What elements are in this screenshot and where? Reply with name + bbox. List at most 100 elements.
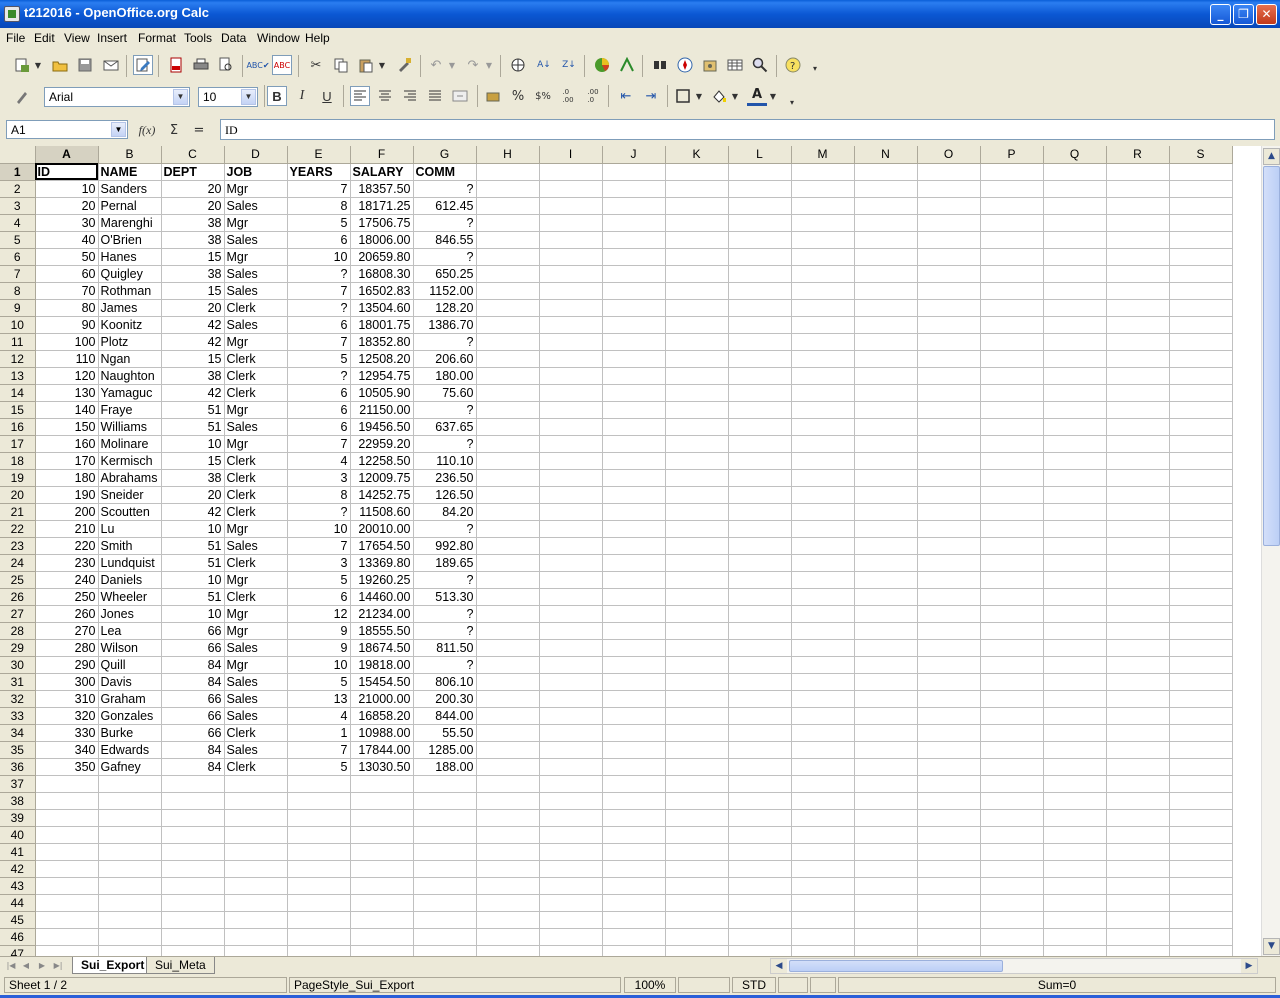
cell[interactable]: [1043, 384, 1107, 402]
cell[interactable]: 84.20: [413, 503, 477, 521]
cell[interactable]: [1106, 486, 1170, 504]
cell[interactable]: [854, 248, 918, 266]
cell[interactable]: [35, 860, 99, 878]
cell[interactable]: [1169, 605, 1233, 623]
cell[interactable]: [287, 860, 351, 878]
cell[interactable]: [413, 911, 477, 929]
cell[interactable]: 51: [161, 537, 225, 555]
cell[interactable]: [602, 826, 666, 844]
cell[interactable]: [791, 877, 855, 895]
cell[interactable]: 230: [35, 554, 99, 572]
cell[interactable]: Marenghi: [98, 214, 162, 232]
cell[interactable]: [854, 843, 918, 861]
cell[interactable]: [476, 384, 540, 402]
cell[interactable]: ?: [413, 435, 477, 453]
cell[interactable]: [539, 588, 603, 606]
cell[interactable]: [539, 894, 603, 912]
cell[interactable]: Wilson: [98, 639, 162, 657]
cell[interactable]: [791, 350, 855, 368]
cell[interactable]: [1043, 843, 1107, 861]
cell[interactable]: 20: [161, 180, 225, 198]
hyperlink-icon[interactable]: [508, 55, 528, 75]
cell[interactable]: [791, 911, 855, 929]
cell[interactable]: [791, 537, 855, 555]
cell[interactable]: [1169, 299, 1233, 317]
cell[interactable]: [476, 707, 540, 725]
row-header[interactable]: 34: [0, 724, 36, 742]
cell[interactable]: 3: [287, 469, 351, 487]
cell[interactable]: [1106, 673, 1170, 691]
cell[interactable]: [476, 775, 540, 793]
cell[interactable]: [1106, 741, 1170, 759]
cell[interactable]: [980, 809, 1044, 827]
cell[interactable]: Williams: [98, 418, 162, 436]
row-header[interactable]: 9: [0, 299, 36, 317]
cell[interactable]: [539, 673, 603, 691]
cell[interactable]: [539, 707, 603, 725]
column-header[interactable]: M: [791, 146, 855, 164]
sum-icon[interactable]: Σ: [164, 120, 184, 140]
cell[interactable]: Jones: [98, 605, 162, 623]
row-header[interactable]: 12: [0, 350, 36, 368]
cell[interactable]: 189.65: [413, 554, 477, 572]
cell[interactable]: [854, 180, 918, 198]
cell[interactable]: 240: [35, 571, 99, 589]
cell[interactable]: 280: [35, 639, 99, 657]
cell[interactable]: [1043, 469, 1107, 487]
cell[interactable]: 7: [287, 282, 351, 300]
underline-icon[interactable]: U: [317, 86, 337, 106]
cell[interactable]: [854, 401, 918, 419]
row-header[interactable]: 46: [0, 928, 36, 946]
cell[interactable]: [539, 622, 603, 640]
cell[interactable]: [1106, 350, 1170, 368]
cell[interactable]: [980, 690, 1044, 708]
cell[interactable]: [1043, 826, 1107, 844]
toolbar-options-icon[interactable]: ▾: [810, 58, 820, 78]
cell[interactable]: [602, 299, 666, 317]
cell[interactable]: Graham: [98, 690, 162, 708]
cell[interactable]: [476, 809, 540, 827]
cell[interactable]: 18006.00: [350, 231, 414, 249]
percent-format-icon[interactable]: %: [508, 86, 528, 106]
cell[interactable]: 846.55: [413, 231, 477, 249]
cell[interactable]: [854, 367, 918, 385]
cell[interactable]: [917, 860, 981, 878]
column-header[interactable]: L: [728, 146, 792, 164]
decrease-indent-icon[interactable]: ⇤: [616, 86, 636, 106]
cell[interactable]: 51: [161, 588, 225, 606]
column-header[interactable]: Q: [1043, 146, 1107, 164]
zoom-icon[interactable]: [750, 55, 770, 75]
cell[interactable]: 21234.00: [350, 605, 414, 623]
column-header[interactable]: C: [161, 146, 225, 164]
cell[interactable]: [539, 554, 603, 572]
align-left-icon[interactable]: [350, 86, 370, 106]
cell[interactable]: 60: [35, 265, 99, 283]
cell[interactable]: ?: [413, 605, 477, 623]
cell[interactable]: [476, 911, 540, 929]
calc-app-icon[interactable]: [4, 6, 20, 22]
cell[interactable]: 16502.83: [350, 282, 414, 300]
cell[interactable]: [1169, 843, 1233, 861]
cell[interactable]: ?: [413, 180, 477, 198]
cell[interactable]: [35, 826, 99, 844]
cell[interactable]: [98, 877, 162, 895]
cell[interactable]: [728, 877, 792, 895]
cell[interactable]: 170: [35, 452, 99, 470]
cell[interactable]: 210: [35, 520, 99, 538]
draw-functions-icon[interactable]: [617, 55, 637, 75]
cell[interactable]: [980, 945, 1044, 956]
cell[interactable]: 8: [287, 197, 351, 215]
row-header[interactable]: 28: [0, 622, 36, 640]
cell[interactable]: [791, 265, 855, 283]
cell[interactable]: [1106, 299, 1170, 317]
cell[interactable]: [539, 469, 603, 487]
cell[interactable]: [476, 656, 540, 674]
cell[interactable]: [854, 520, 918, 538]
cell[interactable]: [602, 758, 666, 776]
cell[interactable]: [917, 945, 981, 956]
cell[interactable]: [917, 605, 981, 623]
cell[interactable]: [917, 503, 981, 521]
cell[interactable]: [287, 911, 351, 929]
borders-dropdown-icon[interactable]: ▼: [693, 86, 705, 106]
cell[interactable]: [1169, 554, 1233, 572]
